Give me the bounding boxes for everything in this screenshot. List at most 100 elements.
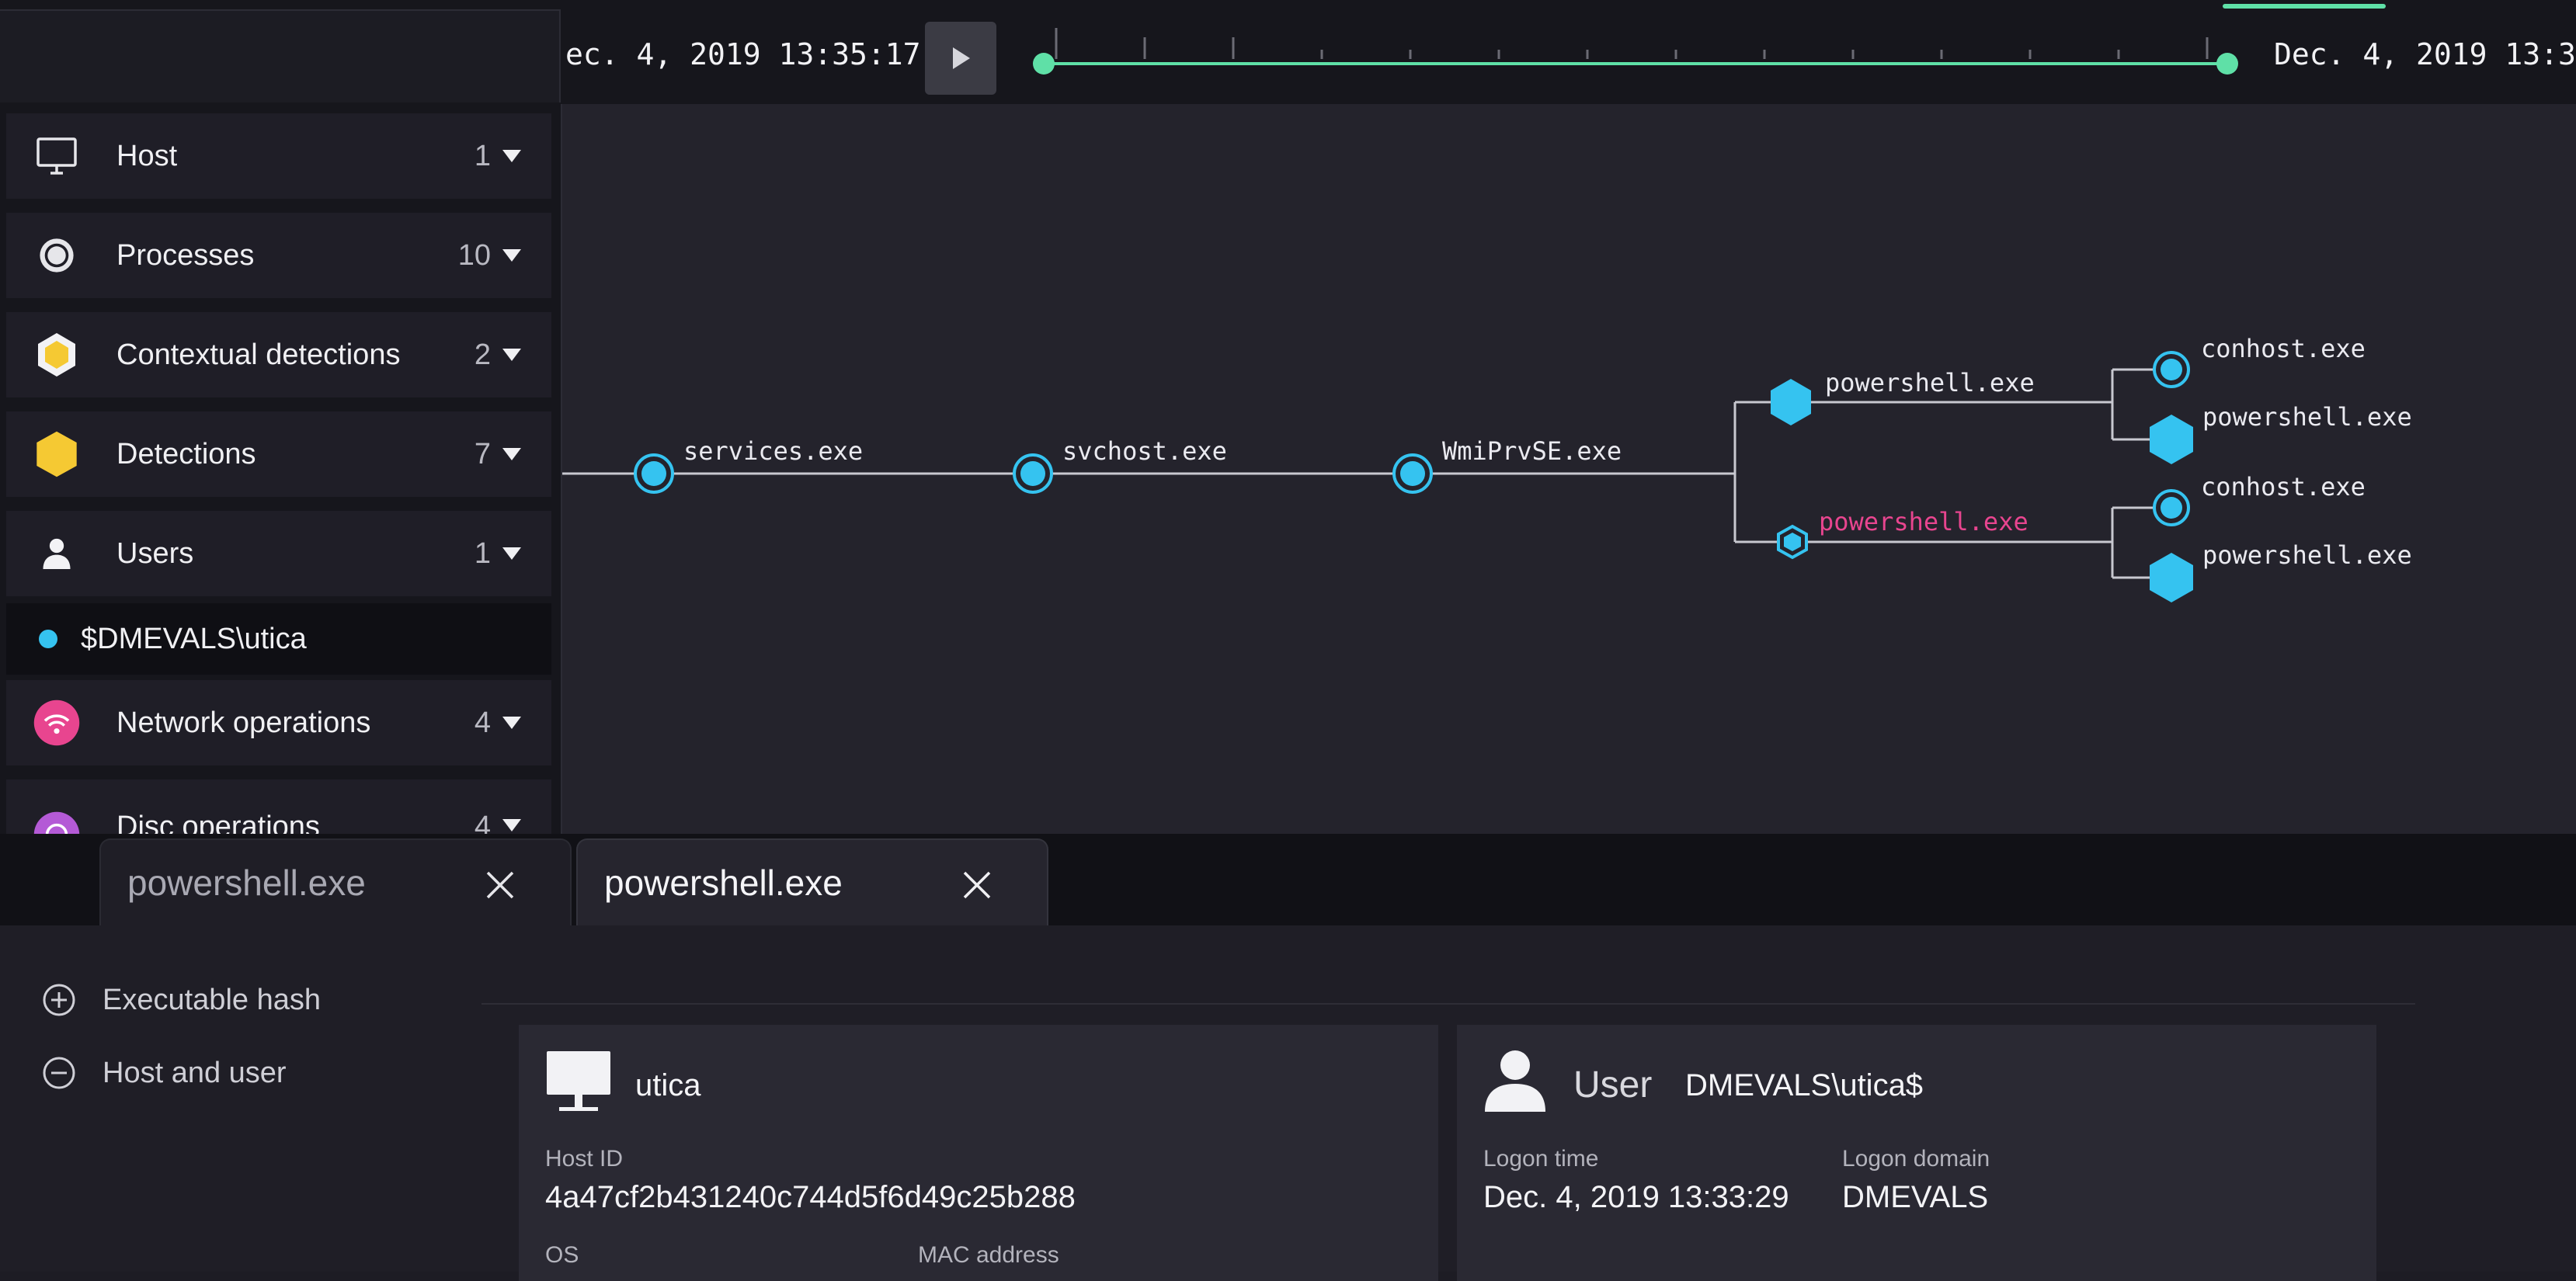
chevron-down-icon[interactable] <box>502 248 522 262</box>
chevron-down-icon[interactable] <box>502 149 522 163</box>
graph-node-powershell-b[interactable]: powershell.exe <box>1777 507 2028 560</box>
monitor-icon <box>547 1051 610 1111</box>
play-icon <box>953 47 970 69</box>
section-divider <box>481 1003 2415 1005</box>
graph-node-powershell-a[interactable]: powershell.exe <box>1771 368 2035 425</box>
chevron-down-icon[interactable] <box>502 447 522 461</box>
timeline-bar: ec. 4, 2019 13:35:17 Dec. 4, 2019 13:35: <box>0 0 2576 104</box>
users-sub-item-label: $DMEVALS\utica <box>81 622 307 655</box>
graph-node-svchost[interactable]: svchost.exe <box>1013 436 1227 494</box>
category-host[interactable]: Host 1 <box>6 113 551 199</box>
plus-circle-icon <box>43 984 75 1016</box>
detail-panel: Executable hash Host and user utica Host… <box>0 925 2576 1281</box>
node-label: powershell.exe <box>1825 368 2035 397</box>
category-count: 4 <box>474 706 491 739</box>
host-id-label: Host ID <box>545 1146 624 1172</box>
category-count: 10 <box>457 238 491 272</box>
user-icon <box>1485 1050 1545 1112</box>
category-count: 1 <box>474 536 491 570</box>
node-label: powershell.exe <box>2202 402 2412 432</box>
timeline-accent-indicator <box>2223 4 2386 9</box>
os-label: OS <box>545 1242 579 1268</box>
play-button[interactable] <box>925 22 996 95</box>
graph-edges <box>562 368 2170 579</box>
option-host-and-user[interactable]: Host and user <box>42 1056 287 1090</box>
process-tree-graph: services.exe svchost.exe WmiPrvSE.exe po… <box>562 104 2576 834</box>
logon-domain-label: Logon domain <box>1842 1146 1990 1172</box>
category-network-operations[interactable]: Network operations 4 <box>6 680 551 765</box>
user-name: DMEVALS\utica$ <box>1685 1068 1924 1102</box>
category-processes[interactable]: Processes 10 <box>6 213 551 298</box>
tab-label: powershell.exe <box>127 863 366 903</box>
user-title: User <box>1573 1064 1653 1106</box>
minus-circle-icon <box>43 1057 75 1089</box>
close-icon[interactable] <box>485 870 516 901</box>
timeline-start-handle[interactable] <box>1033 53 1055 75</box>
logon-time-label: Logon time <box>1483 1146 1599 1172</box>
category-label: Network operations <box>116 706 371 739</box>
timeline-end-handle[interactable] <box>2216 53 2238 75</box>
category-label: Host <box>116 139 178 172</box>
node-label: WmiPrvSE.exe <box>1442 436 1622 466</box>
node-label: conhost.exe <box>2201 334 2366 363</box>
logon-time-value: Dec. 4, 2019 13:33:29 <box>1483 1180 1789 1214</box>
graph-node-powershell-b-child[interactable]: powershell.exe <box>2150 540 2412 602</box>
mac-address-label: MAC address <box>918 1242 1059 1268</box>
user-dot-icon <box>39 630 57 648</box>
user-icon <box>33 529 81 578</box>
hexagon-icon <box>33 430 81 478</box>
logon-domain-value: DMEVALS <box>1842 1180 1989 1214</box>
process-circle-icon <box>33 231 81 279</box>
category-label: Users <box>116 536 194 570</box>
option-label: Host and user <box>103 1056 287 1089</box>
chevron-down-icon[interactable] <box>502 716 522 730</box>
category-label: Disc operations <box>116 811 320 834</box>
node-label: conhost.exe <box>2201 472 2366 502</box>
category-count: 4 <box>474 811 491 834</box>
node-label: powershell.exe <box>2202 540 2412 570</box>
small-hexagon-icon <box>33 331 81 379</box>
tab-powershell-1[interactable]: powershell.exe <box>99 838 572 925</box>
graph-node-powershell-a-child[interactable]: powershell.exe <box>2150 402 2412 464</box>
host-name: utica <box>635 1068 701 1102</box>
option-label: Executable hash <box>103 983 321 1016</box>
graph-node-wmiprvse[interactable]: WmiPrvSE.exe <box>1392 436 1622 494</box>
category-label: Contextual detections <box>116 338 401 371</box>
timeline-left-panel <box>0 9 561 102</box>
chevron-down-icon[interactable] <box>502 818 522 832</box>
timeline-end-time: Dec. 4, 2019 13:35: <box>2274 37 2576 71</box>
category-count: 2 <box>474 338 491 371</box>
monitor-icon <box>33 132 81 180</box>
category-contextual-detections[interactable]: Contextual detections 2 <box>6 312 551 397</box>
graph-node-conhost-a[interactable]: conhost.exe <box>2153 334 2366 388</box>
close-icon[interactable] <box>961 870 993 901</box>
timeline-track[interactable] <box>1033 23 2244 78</box>
category-count: 7 <box>474 437 491 470</box>
user-card: User DMEVALS\utica$ Logon time Dec. 4, 2… <box>1457 1025 2376 1281</box>
timeline-ticks <box>1055 28 2209 59</box>
category-disc-operations[interactable]: Disc operations 4 <box>6 779 551 834</box>
category-label: Detections <box>116 437 256 470</box>
timeline-start-time: ec. 4, 2019 13:35:17 <box>565 37 921 71</box>
category-users[interactable]: Users 1 <box>6 511 551 596</box>
chevron-down-icon[interactable] <box>502 348 522 362</box>
category-detections[interactable]: Detections 7 <box>6 411 551 497</box>
chevron-down-icon[interactable] <box>502 547 522 561</box>
category-sidebar: Host 1 Processes 10 Contextual detection… <box>0 104 562 834</box>
users-sub-item[interactable]: $DMEVALS\utica <box>6 603 551 675</box>
disc-icon <box>33 811 81 834</box>
wifi-icon <box>33 699 81 747</box>
option-executable-hash[interactable]: Executable hash <box>42 983 321 1017</box>
category-label: Processes <box>116 238 255 272</box>
tab-powershell-2[interactable]: powershell.exe <box>576 838 1048 925</box>
node-label-highlighted: powershell.exe <box>1819 507 2028 536</box>
category-count: 1 <box>474 139 491 172</box>
node-label: services.exe <box>683 436 863 466</box>
node-label: svchost.exe <box>1062 436 1227 466</box>
graph-node-conhost-b[interactable]: conhost.exe <box>2153 472 2366 526</box>
graph-node-services[interactable]: services.exe <box>634 436 863 494</box>
host-id-value: 4a47cf2b431240c744d5f6d49c25b288 <box>545 1180 1076 1214</box>
host-card: utica Host ID 4a47cf2b431240c744d5f6d49c… <box>519 1025 1438 1281</box>
tab-label: powershell.exe <box>604 863 843 903</box>
detail-tab-bar: powershell.exe powershell.exe <box>0 834 2576 925</box>
